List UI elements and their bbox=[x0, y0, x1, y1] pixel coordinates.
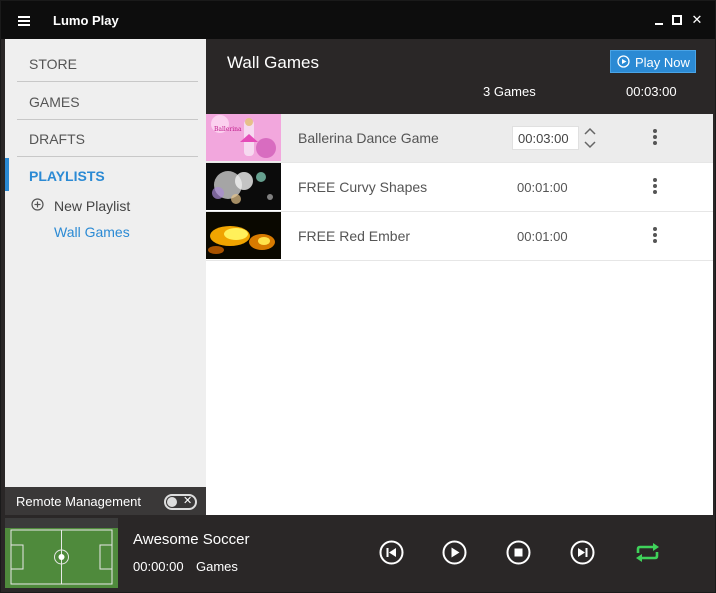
play-circle-icon bbox=[617, 55, 630, 68]
playlist-title: Wall Games bbox=[227, 53, 319, 72]
nav-playlists[interactable]: PLAYLISTS bbox=[17, 157, 198, 194]
game-count: 3 Games bbox=[483, 84, 536, 99]
remote-management-label: Remote Management bbox=[16, 494, 142, 509]
active-indicator bbox=[5, 158, 9, 191]
nav-store[interactable]: STORE bbox=[17, 45, 198, 82]
add-circle-icon[interactable] bbox=[31, 198, 44, 211]
toggle-knob bbox=[167, 497, 177, 507]
hamburger-menu-icon[interactable] bbox=[18, 16, 30, 26]
play-now-label: Play Now bbox=[635, 55, 690, 70]
app-title: Lumo Play bbox=[53, 13, 119, 28]
now-playing-time: 00:00:00 bbox=[133, 559, 184, 574]
minimize-button[interactable] bbox=[653, 14, 665, 26]
duration-stepper-icon[interactable] bbox=[583, 126, 597, 150]
nav-drafts[interactable]: DRAFTS bbox=[17, 120, 198, 157]
game-duration: 00:01:00 bbox=[517, 180, 568, 195]
game-thumbnail bbox=[206, 163, 281, 210]
title-bar: Lumo Play ✕ bbox=[1, 1, 715, 39]
remote-management-bar: Remote Management ✕ bbox=[5, 487, 206, 515]
now-playing-category: Games bbox=[196, 559, 238, 574]
sidebar: STORE GAMES DRAFTS PLAYLISTS New Playlis… bbox=[5, 39, 206, 515]
maximize-button[interactable] bbox=[672, 15, 682, 25]
next-icon[interactable] bbox=[570, 540, 595, 565]
player-bar: Awesome Soccer 00:00:00 Games bbox=[5, 515, 713, 589]
previous-icon[interactable] bbox=[379, 540, 404, 565]
repeat-icon[interactable] bbox=[634, 540, 661, 565]
now-playing-title: Awesome Soccer bbox=[133, 531, 250, 548]
close-button[interactable]: ✕ bbox=[691, 13, 703, 26]
duration-input[interactable]: 00:03:00 bbox=[512, 126, 579, 150]
table-row[interactable]: FREE Curvy Shapes 00:01:00 bbox=[206, 163, 713, 212]
total-duration: 00:03:00 bbox=[626, 84, 677, 99]
play-now-button[interactable]: Play Now bbox=[610, 50, 696, 73]
now-playing-thumbnail bbox=[5, 518, 118, 588]
app-window: Lumo Play ✕ STORE GAMES DRAFTS PLAYLISTS… bbox=[0, 0, 716, 593]
game-name: FREE Curvy Shapes bbox=[298, 179, 428, 195]
stop-icon[interactable] bbox=[506, 540, 531, 565]
nav-games[interactable]: GAMES bbox=[17, 83, 198, 120]
game-thumbnail bbox=[206, 212, 281, 259]
game-list: Ballerina Ballerina Dance Game 00:03:00 bbox=[206, 114, 713, 515]
play-icon[interactable] bbox=[442, 540, 467, 565]
table-row[interactable]: Ballerina Ballerina Dance Game 00:03:00 bbox=[206, 114, 713, 163]
game-thumbnail: Ballerina bbox=[206, 114, 281, 161]
toggle-off-icon: ✕ bbox=[183, 495, 193, 507]
playlist-item-wall-games[interactable]: Wall Games bbox=[54, 224, 130, 240]
game-duration: 00:01:00 bbox=[517, 229, 568, 244]
svg-text:Ballerina: Ballerina bbox=[214, 126, 242, 133]
game-name: FREE Red Ember bbox=[298, 228, 411, 244]
playlist-header: Wall Games Play Now 3 Games 00:03:00 bbox=[206, 39, 713, 114]
more-options-icon[interactable] bbox=[652, 129, 658, 147]
remote-management-toggle[interactable]: ✕ bbox=[164, 494, 197, 510]
more-options-icon[interactable] bbox=[652, 227, 658, 245]
more-options-icon[interactable] bbox=[652, 178, 658, 196]
table-row[interactable]: FREE Red Ember 00:01:00 bbox=[206, 212, 713, 261]
game-name: Ballerina Dance Game bbox=[298, 130, 439, 146]
new-playlist-button[interactable]: New Playlist bbox=[54, 198, 130, 214]
